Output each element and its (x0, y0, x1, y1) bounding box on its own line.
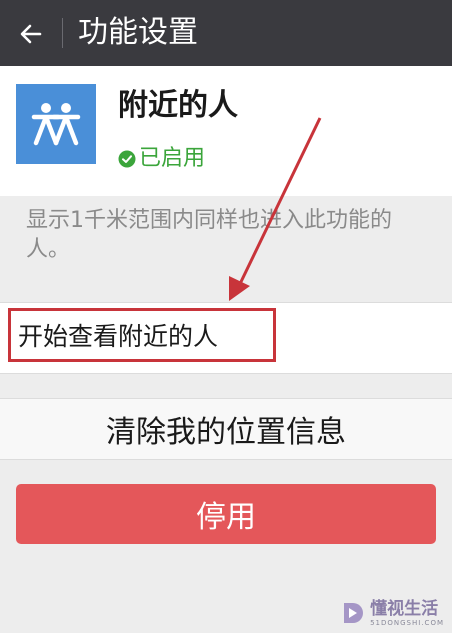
status-text: 已启用 (139, 146, 206, 171)
annotation-highlight-box (8, 308, 276, 362)
disable-button[interactable]: 停用 (16, 484, 436, 544)
feature-name: 附近的人 (118, 88, 238, 123)
watermark: 懂视生活 51DONGSHI.COM (340, 599, 444, 627)
clear-location-button[interactable]: 清除我的位置信息 (0, 398, 452, 460)
page-title: 功能设置 (78, 15, 198, 50)
people-nearby-icon (16, 84, 96, 164)
watermark-domain: 51DONGSHI.COM (370, 619, 444, 627)
header-divider (62, 18, 63, 48)
title-bar: 功能设置 (0, 0, 452, 66)
feature-description: 显示1千米范围内同样也进入此功能的人。 (26, 208, 392, 262)
status-badge: 已启用 (118, 146, 205, 172)
feature-card: 附近的人 已启用 (0, 66, 452, 196)
back-button[interactable] (14, 17, 48, 51)
check-circle-icon (118, 150, 136, 168)
back-arrow-icon (20, 24, 42, 44)
watermark-name: 懂视生活 (370, 599, 439, 619)
watermark-logo-icon (344, 603, 364, 623)
